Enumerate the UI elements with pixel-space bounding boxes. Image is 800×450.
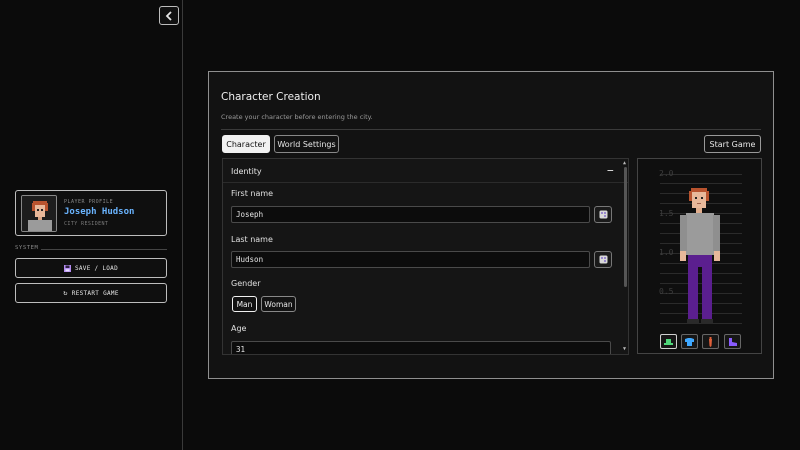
gender-option-man[interactable]: Man xyxy=(232,296,257,312)
height-gridline xyxy=(660,183,742,184)
identity-section-header[interactable]: Identity − xyxy=(223,159,628,183)
outfit-slot-tie[interactable] xyxy=(702,334,719,349)
first-name-label: First name xyxy=(231,189,274,198)
outfit-slot-shoes[interactable] xyxy=(724,334,741,349)
chevron-left-icon xyxy=(165,10,172,21)
height-tick-label: 1.0 xyxy=(659,248,674,257)
form-scrollbar[interactable]: ▲ ▼ xyxy=(623,158,629,355)
save-load-label: SAVE / LOAD xyxy=(74,264,119,272)
collapse-sidebar-button[interactable] xyxy=(159,6,179,25)
scroll-down-icon[interactable]: ▼ xyxy=(623,346,626,352)
scroll-thumb[interactable] xyxy=(624,167,627,287)
age-label: Age xyxy=(231,324,247,333)
height-tick-label: 1.5 xyxy=(659,209,674,218)
system-divider xyxy=(41,249,167,250)
identity-section-title: Identity xyxy=(231,167,262,176)
player-profile-card[interactable]: PLAYER PROFILE Joseph Hudson CITY RESIDE… xyxy=(15,190,167,236)
first-name-input[interactable] xyxy=(231,206,590,223)
randomize-first-name-button[interactable] xyxy=(594,206,612,223)
restart-label: RESTART GAME xyxy=(71,289,119,297)
character-figure-icon xyxy=(680,188,720,324)
character-preview: 2.0 1.5 1.0 0.5 xyxy=(637,158,762,354)
player-name: Joseph Hudson xyxy=(64,207,135,217)
profile-eyebrow: PLAYER PROFILE xyxy=(64,199,114,205)
dice-icon xyxy=(599,255,607,264)
tie-icon xyxy=(709,336,712,347)
collapse-section-icon[interactable]: − xyxy=(607,164,614,177)
avatar xyxy=(21,195,57,232)
randomize-last-name-button[interactable] xyxy=(594,251,612,268)
gender-option-woman[interactable]: Woman xyxy=(261,296,296,312)
player-role: CITY RESIDENT xyxy=(64,221,109,227)
character-creation-panel: Character Creation Create your character… xyxy=(208,71,774,379)
shirt-icon xyxy=(685,337,694,346)
outfit-slot-hat[interactable] xyxy=(660,334,677,349)
height-tick-label: 0.5 xyxy=(659,287,674,296)
page-subtitle: Create your character before entering th… xyxy=(221,113,373,121)
shoe-icon xyxy=(728,337,737,346)
sidebar: PLAYER PROFILE Joseph Hudson CITY RESIDE… xyxy=(0,0,183,450)
hat-icon xyxy=(664,338,673,345)
gender-label: Gender xyxy=(231,279,261,288)
system-section-label: SYSTEM xyxy=(15,245,39,251)
last-name-input[interactable] xyxy=(231,251,590,268)
restart-game-button[interactable]: ↻ RESTART GAME xyxy=(15,283,167,303)
page-title: Character Creation xyxy=(221,91,321,103)
outfit-slot-shirt[interactable] xyxy=(681,334,698,349)
header-divider xyxy=(221,129,761,130)
start-game-button[interactable]: Start Game xyxy=(704,135,761,153)
scroll-up-icon[interactable]: ▲ xyxy=(623,160,626,166)
dice-icon xyxy=(599,210,607,219)
floppy-disk-icon xyxy=(63,264,71,272)
tab-character[interactable]: Character xyxy=(222,135,270,153)
player-portrait-icon xyxy=(22,196,56,231)
restart-icon: ↻ xyxy=(63,289,68,297)
height-tick-label: 2.0 xyxy=(659,169,674,178)
last-name-label: Last name xyxy=(231,235,273,244)
tab-world-settings[interactable]: World Settings xyxy=(274,135,339,153)
identity-form: Identity − First name Last name Gender M xyxy=(222,158,629,355)
save-load-button[interactable]: SAVE / LOAD xyxy=(15,258,167,278)
age-input[interactable] xyxy=(231,341,611,354)
